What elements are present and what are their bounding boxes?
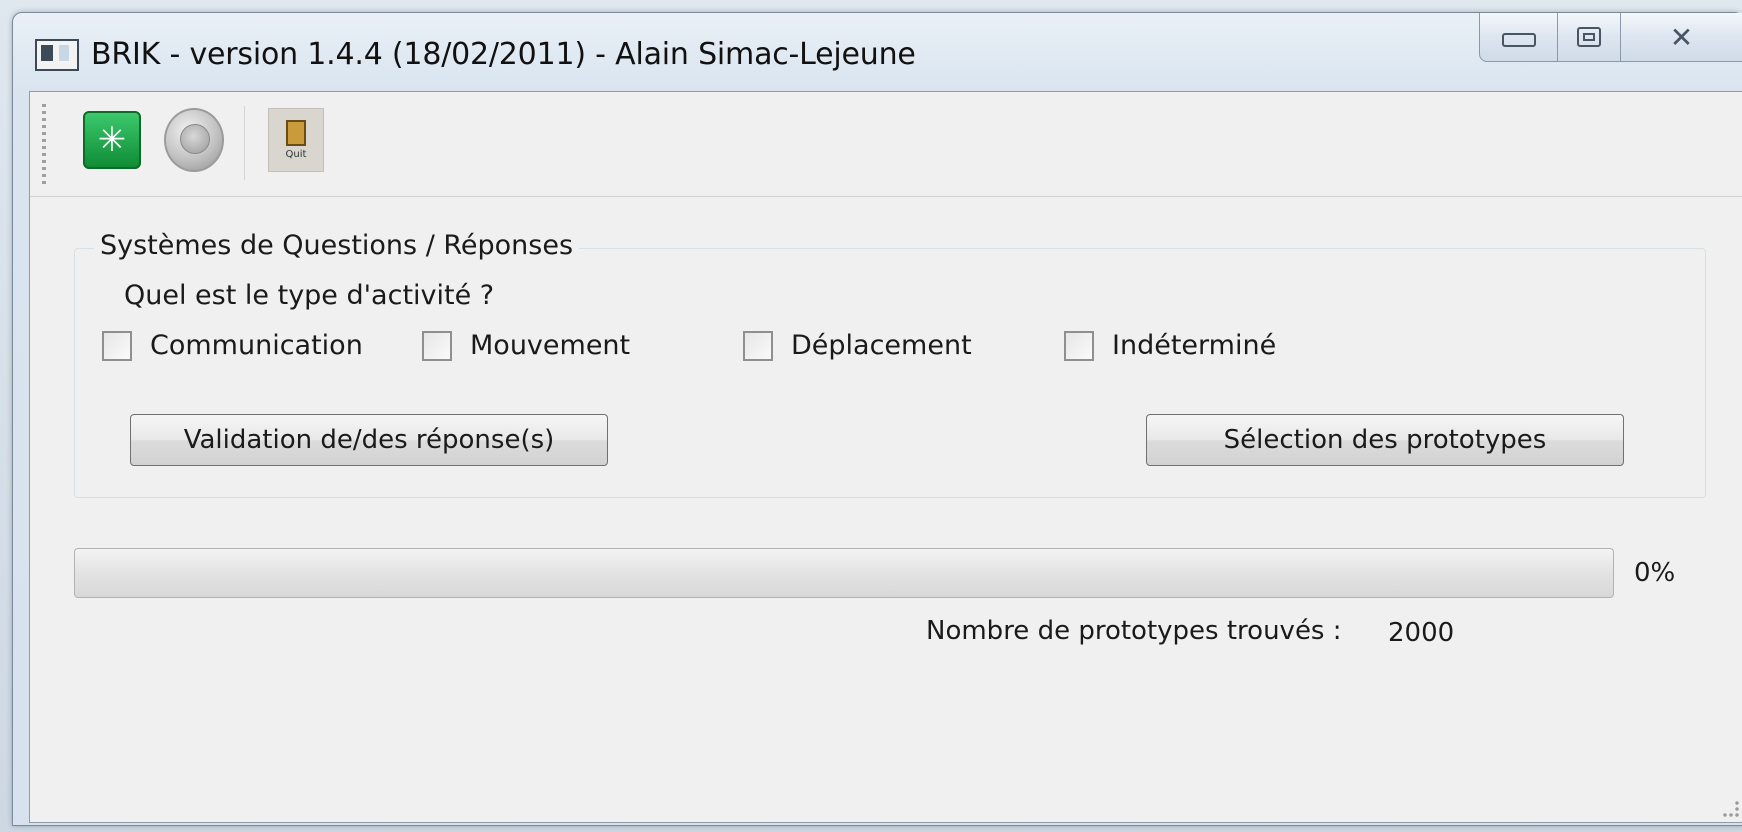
checkbox-indetermine[interactable]: Indéterminé (1064, 330, 1276, 361)
checkbox-label: Mouvement (470, 330, 631, 361)
checkbox-box[interactable] (422, 330, 452, 361)
restore-button[interactable] (1558, 13, 1621, 62)
app-icon (35, 39, 79, 71)
client-area: ✳ Quit Systèmes de Questions / Réponses … (29, 91, 1742, 823)
progress-bar (74, 548, 1614, 598)
checkbox-box[interactable] (743, 330, 773, 361)
window-title: BRIK - version 1.4.4 (18/02/2011) - Alai… (91, 37, 916, 72)
prototype-count-label: Nombre de prototypes trouvés : (926, 616, 1342, 646)
minimize-button[interactable] (1479, 13, 1559, 62)
door-icon (286, 120, 306, 146)
resize-grip[interactable] (1722, 800, 1740, 818)
prototype-count-value: 2000 (1388, 618, 1455, 648)
checkbox-box[interactable] (102, 330, 132, 361)
progress-percent: 0% (1634, 558, 1676, 588)
activity-question: Quel est le type d'activité ? (124, 280, 495, 311)
select-prototypes-button[interactable]: Sélection des prototypes (1146, 414, 1624, 466)
minimize-icon (1501, 33, 1536, 47)
app-window: BRIK - version 1.4.4 (18/02/2011) - Alai… (12, 12, 1742, 826)
checkbox-label: Communication (150, 330, 363, 361)
toolbar-separator (244, 106, 246, 180)
close-icon: ✕ (1669, 20, 1694, 54)
checkbox-label: Indéterminé (1112, 330, 1277, 361)
quit-icon: Quit (268, 108, 324, 172)
quit-button[interactable]: Quit (266, 108, 326, 172)
checkbox-mouvement[interactable]: Mouvement (422, 330, 630, 361)
stop-button[interactable] (164, 108, 224, 172)
group-title: Systèmes de Questions / Réponses (94, 230, 580, 261)
close-button[interactable]: ✕ (1620, 13, 1742, 62)
checkbox-deplacement[interactable]: Déplacement (743, 330, 972, 361)
checkbox-communication[interactable]: Communication (102, 330, 363, 361)
start-button[interactable]: ✳ (82, 108, 142, 172)
title-bar[interactable]: BRIK - version 1.4.4 (18/02/2011) - Alai… (13, 13, 1742, 89)
toolbar: ✳ Quit (30, 92, 1742, 197)
stop-icon (164, 108, 224, 172)
toolbar-grip[interactable] (42, 104, 46, 184)
checkbox-label: Déplacement (791, 330, 972, 361)
restore-icon (1577, 27, 1602, 47)
quit-label: Quit (285, 149, 307, 160)
checkbox-box[interactable] (1064, 330, 1094, 361)
window-controls: ✕ (1479, 13, 1742, 63)
start-icon: ✳ (83, 111, 141, 169)
validate-answers-button[interactable]: Validation de/des réponse(s) (130, 414, 608, 466)
